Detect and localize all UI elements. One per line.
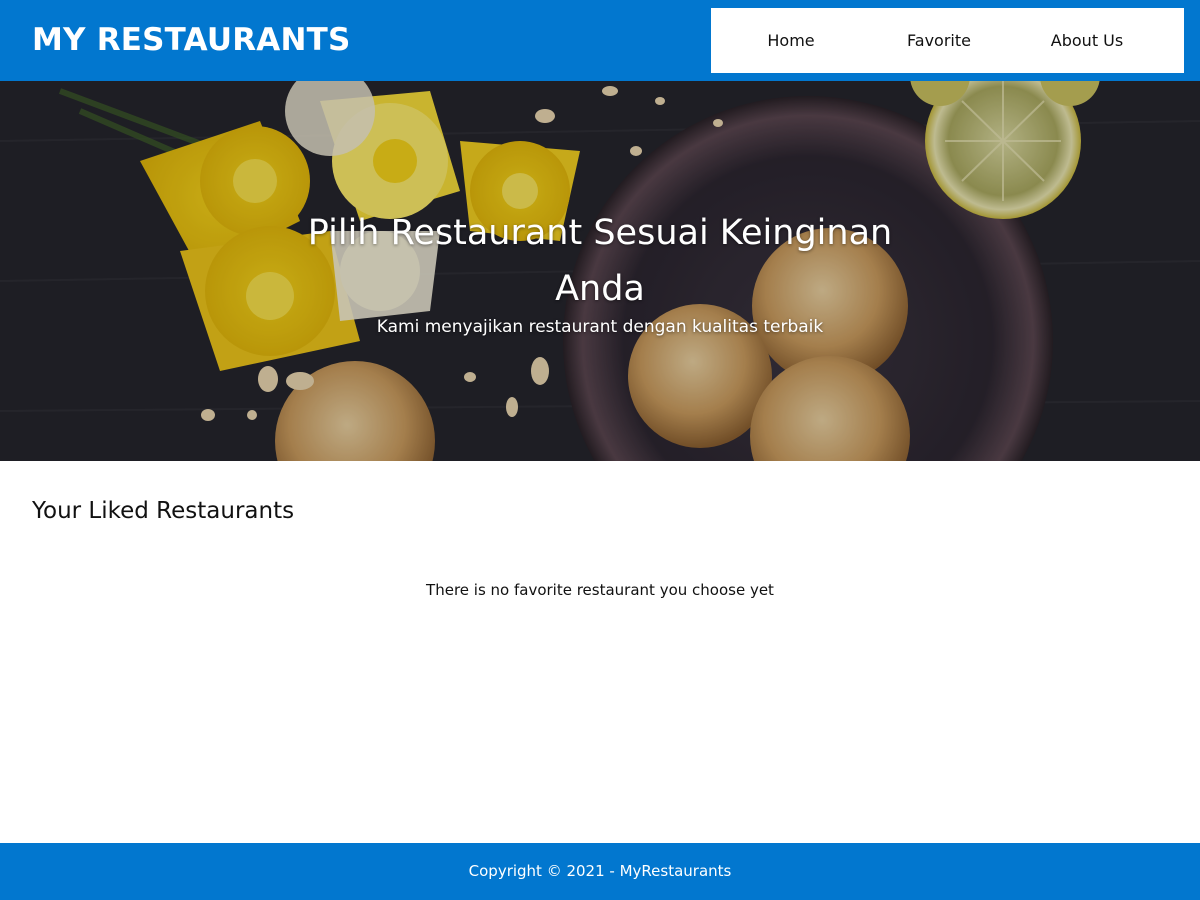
nav-link-home[interactable]: Home [711, 31, 871, 51]
app-footer: Copyright © 2021 - MyRestaurants [0, 843, 1200, 900]
section-heading: Your Liked Restaurants [32, 498, 295, 524]
hero-title: Pilih Restaurant Sesuai Keinginan Anda [307, 213, 893, 309]
copyright-text: Copyright © 2021 - MyRestaurants [468, 862, 732, 880]
hero-subtitle: Kami menyajikan restaurant dengan kualit… [376, 317, 824, 337]
nav-link-favorite[interactable]: Favorite [871, 31, 1007, 51]
app-header: MY RESTAURANTS Home Favorite About Us [0, 0, 1200, 81]
brand-title[interactable]: MY RESTAURANTS [32, 20, 351, 60]
main-nav: Home Favorite About Us [711, 8, 1184, 73]
hero-banner: Pilih Restaurant Sesuai Keinginan Anda K… [0, 81, 1200, 461]
hero-text-container: Pilih Restaurant Sesuai Keinginan Anda K… [0, 81, 1200, 461]
empty-state-message: There is no favorite restaurant you choo… [426, 581, 774, 599]
nav-link-about-us[interactable]: About Us [1007, 31, 1167, 51]
